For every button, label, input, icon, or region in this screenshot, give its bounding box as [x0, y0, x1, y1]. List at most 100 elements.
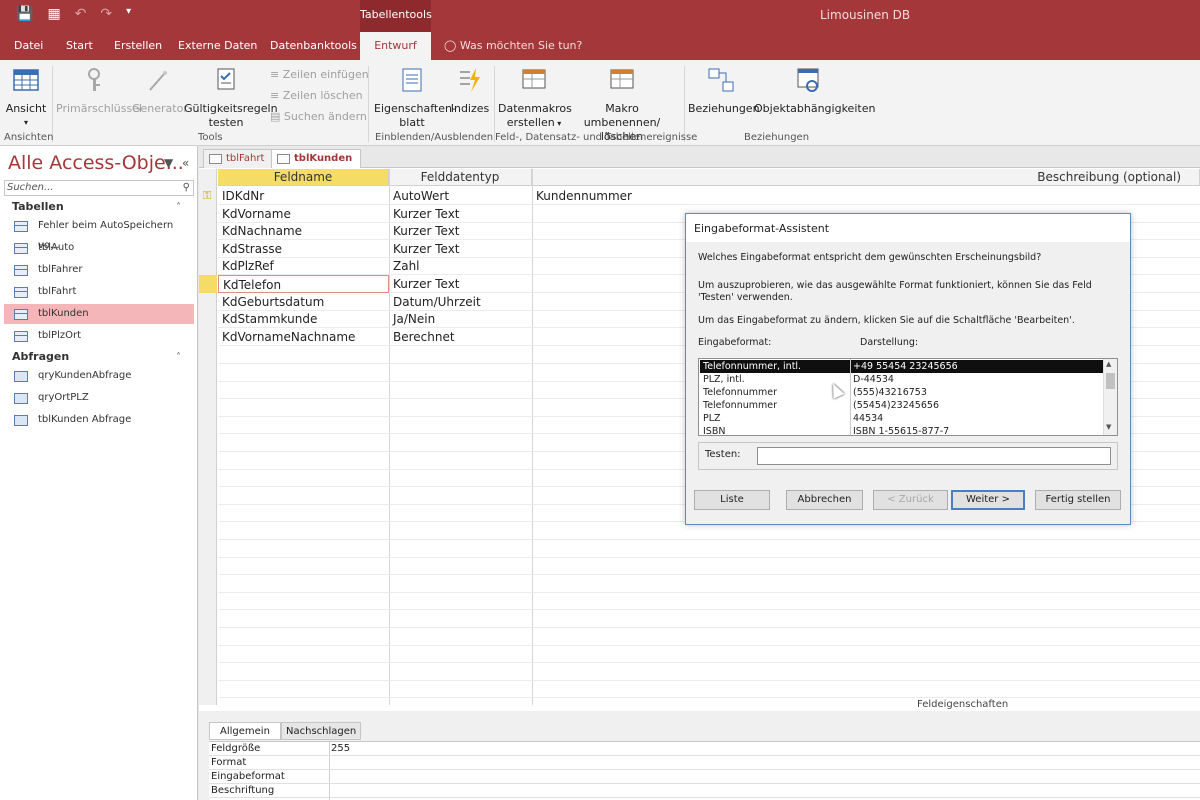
row-selector[interactable]: [199, 240, 217, 258]
list-button[interactable]: Liste: [694, 490, 770, 510]
doc-tab-tblkunden[interactable]: tblKunden: [271, 149, 362, 168]
customize-qat-icon[interactable]: ▾: [126, 6, 131, 22]
tab-start[interactable]: Start: [58, 32, 101, 60]
input-mask-option[interactable]: Telefonnummer (555)43216753: [700, 386, 1103, 399]
finish-button[interactable]: Fertig stellen: [1035, 490, 1121, 510]
ansicht-button[interactable]: Ansicht ▾: [4, 66, 48, 130]
nav-item-query[interactable]: qryOrtPLZ: [4, 388, 194, 408]
row-selector[interactable]: [199, 205, 217, 223]
test-input[interactable]: [757, 447, 1111, 465]
field-type-cell[interactable]: Kurzer Text: [389, 222, 532, 241]
field-name-cell[interactable]: KdNachname: [218, 222, 389, 241]
input-mask-option[interactable]: PLZ 44534: [700, 412, 1103, 425]
tab-allgemein[interactable]: Allgemein: [209, 722, 281, 740]
tab-nachschlagen[interactable]: Nachschlagen: [281, 722, 362, 740]
tab-entwurf[interactable]: Entwurf: [360, 32, 431, 60]
chevron-up-icon[interactable]: ˄: [176, 352, 181, 363]
tab-externe-daten[interactable]: Externe Daten: [170, 32, 265, 60]
property-row[interactable]: Feldgröße 255: [209, 742, 1200, 756]
field-type-cell[interactable]: Berechnet: [389, 328, 532, 346]
cancel-button[interactable]: Abbrechen: [786, 490, 863, 510]
nav-item-table[interactable]: Fehler beim AutoSpeichern vo...: [4, 216, 194, 251]
field-type-cell[interactable]: Kurzer Text: [389, 205, 532, 223]
row-selector[interactable]: [199, 222, 217, 240]
nav-pane-title[interactable]: Alle Access-Obje...: [8, 152, 184, 174]
property-row[interactable]: Eingabeformat: [209, 770, 1200, 784]
row-selector[interactable]: [199, 328, 217, 346]
row-selector[interactable]: [199, 293, 217, 311]
delete-rows-button[interactable]: ≡ Zeilen löschen: [270, 89, 363, 102]
nav-menu-icon[interactable]: ▼: [164, 156, 173, 170]
field-name-cell[interactable]: KdVornameNachname: [218, 328, 389, 346]
field-name-cell[interactable]: KdStammkunde: [218, 310, 389, 329]
row-selector[interactable]: ⚿: [199, 187, 217, 205]
nav-item-query[interactable]: tblKunden Abfrage: [4, 410, 194, 430]
generator-button[interactable]: Generator: [132, 66, 188, 116]
input-mask-option[interactable]: Telefonnummer (55454)23245656: [700, 399, 1103, 412]
property-row[interactable]: Format: [209, 756, 1200, 770]
indexes-button[interactable]: Indizes: [450, 66, 490, 116]
search-icon[interactable]: ⚲: [183, 181, 190, 195]
chevron-up-icon[interactable]: ˄: [176, 202, 181, 213]
input-mask-option[interactable]: Telefonnummer, intl. +49 55454 23245656: [700, 360, 1103, 373]
object-dependencies-button[interactable]: Objektabhängigkeiten: [754, 66, 875, 116]
column-header-description[interactable]: Beschreibung (optional): [532, 169, 1200, 186]
input-mask-option[interactable]: ISBN ISBN 1-55615-877-7: [700, 425, 1103, 435]
field-type-cell[interactable]: Kurzer Text: [389, 240, 532, 258]
field-description-cell[interactable]: Kundennummer: [532, 187, 1200, 205]
field-type-cell[interactable]: Datum/Uhrzeit: [389, 293, 532, 311]
property-value[interactable]: 255: [331, 742, 350, 755]
nav-item-table[interactable]: tblPlzOrt: [4, 326, 194, 346]
primary-key-button[interactable]: Primärschlüssel: [56, 66, 142, 116]
field-name-cell[interactable]: IDKdNr: [218, 187, 389, 205]
input-mask-list[interactable]: Telefonnummer, intl. +49 55454 23245656 PL…: [698, 358, 1118, 436]
row-selector[interactable]: [199, 257, 217, 275]
back-button[interactable]: < Zurück: [873, 490, 948, 510]
list-scrollbar[interactable]: ▲ ▼: [1103, 359, 1117, 435]
property-row[interactable]: Beschriftung: [209, 784, 1200, 798]
field-name-cell[interactable]: KdPlzRef: [218, 257, 389, 276]
field-name-cell[interactable]: KdVorname: [218, 205, 389, 223]
tab-datenbanktools[interactable]: Datenbanktools: [262, 32, 365, 60]
modify-lookups-button[interactable]: ▤ Suchen ändern: [270, 110, 367, 123]
row-selector[interactable]: [199, 310, 217, 328]
save-icon[interactable]: 💾: [16, 6, 33, 22]
table-view-icon[interactable]: ▦: [47, 6, 60, 22]
column-header-fieldname[interactable]: Feldname: [218, 169, 389, 186]
tab-erstellen[interactable]: Erstellen: [106, 32, 170, 60]
nav-item-table[interactable]: tblAuto: [4, 238, 194, 258]
field-type-cell[interactable]: Zahl: [389, 257, 532, 276]
scroll-up-icon[interactable]: ▲: [1106, 360, 1111, 368]
undo-icon[interactable]: ↶: [75, 6, 87, 22]
next-button[interactable]: Weiter >: [951, 490, 1025, 510]
nav-group-tables[interactable]: Tabellen: [12, 200, 64, 213]
relationships-button[interactable]: Beziehungen: [688, 66, 760, 116]
doc-tab-tblfahrt[interactable]: tblFahrt: [203, 149, 274, 168]
row-selector[interactable]: [199, 275, 217, 293]
field-type-cell[interactable]: AutoWert: [389, 187, 532, 205]
tab-datei[interactable]: Datei: [6, 32, 51, 60]
input-mask-option[interactable]: PLZ, intl. D-44534: [700, 373, 1103, 386]
column-header-datatype[interactable]: Felddatentyp: [389, 169, 532, 186]
field-type-cell[interactable]: Kurzer Text: [389, 275, 532, 293]
field-type-cell[interactable]: Ja/Nein: [389, 310, 532, 329]
insert-rows-button[interactable]: ≡ Zeilen einfügen: [270, 68, 369, 81]
scroll-thumb[interactable]: [1106, 373, 1115, 389]
validation-rules-button[interactable]: Gültigkeitsregeln testen: [184, 66, 278, 130]
tell-me-search[interactable]: ◯ Was möchten Sie tun?: [444, 32, 582, 60]
nav-item-table-selected[interactable]: tblKunden: [4, 304, 194, 324]
field-name-cell[interactable]: KdTelefon: [218, 275, 389, 293]
field-name-cell[interactable]: KdGeburtsdatum: [218, 293, 389, 311]
property-sheet-button[interactable]: Eigenschaften- blatt: [374, 66, 456, 130]
redo-icon[interactable]: ↷: [100, 6, 112, 22]
collapse-pane-icon[interactable]: «: [182, 156, 189, 170]
nav-item-table[interactable]: tblFahrt: [4, 282, 194, 302]
field-name-cell[interactable]: KdStrasse: [218, 240, 389, 258]
nav-item-table[interactable]: tblFahrer: [4, 260, 194, 280]
create-data-macros-button[interactable]: Datenmakros erstellen ▾: [498, 66, 572, 131]
nav-item-query[interactable]: qryKundenAbfrage: [4, 366, 194, 386]
datasheet-view-icon: [13, 69, 39, 91]
scroll-down-icon[interactable]: ▼: [1106, 423, 1111, 431]
nav-search-input[interactable]: Suchen... ⚲: [4, 180, 194, 196]
nav-group-queries[interactable]: Abfragen: [12, 350, 69, 363]
